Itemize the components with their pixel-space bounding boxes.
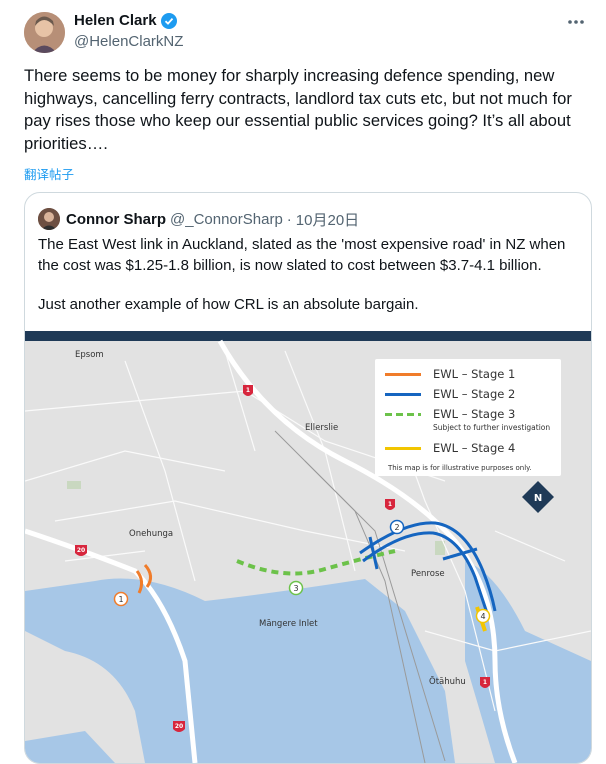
- sh1-shield-mid: 1: [388, 501, 392, 508]
- tweet-text: There seems to be money for sharply incr…: [24, 66, 572, 153]
- place-ellerslie: Ellerslie: [305, 423, 339, 433]
- place-penrose: Penrose: [411, 569, 445, 579]
- legend-stage1: EWL – Stage 1: [385, 367, 515, 381]
- map-legend: EWL – Stage 1 EWL – Stage 2 EWL – Stage …: [375, 359, 561, 476]
- ewl-map-image[interactable]: 1 2 3 4 1 1 1 20 20 N Epsom Ellerslie On…: [25, 331, 591, 763]
- author-handle[interactable]: @HelenClarkNZ: [74, 33, 183, 50]
- quote-author-avatar[interactable]: [38, 208, 60, 230]
- quote-text-2: Just another example of how CRL is an ab…: [38, 296, 419, 313]
- legend-stage4: EWL – Stage 4: [385, 441, 515, 455]
- legend-stage1-swatch: [385, 372, 421, 376]
- stage3-marker: 3: [293, 584, 298, 593]
- more-options-icon[interactable]: [564, 10, 588, 34]
- stage4-marker: 4: [480, 612, 485, 621]
- quote-header: Connor Sharp @_ConnorSharp · 10月20日: [38, 208, 359, 230]
- quote-author-name[interactable]: Connor Sharp: [66, 211, 166, 228]
- legend-stage4-label: EWL – Stage 4: [433, 441, 516, 455]
- legend-disclaimer: This map is for illustrative purposes on…: [388, 464, 532, 472]
- legend-stage3: EWL – Stage 3: [385, 407, 515, 421]
- translate-post-link[interactable]: 翻译帖子: [24, 164, 74, 183]
- stage1-marker: 1: [118, 595, 123, 604]
- author-avatar[interactable]: [24, 12, 65, 53]
- sh20-shield-bottom: 20: [175, 723, 183, 730]
- legend-stage3-note: Subject to further investigation: [433, 423, 551, 432]
- stage2-marker: 2: [394, 523, 399, 532]
- sh20-shield-left: 20: [77, 547, 85, 554]
- place-mangere-inlet: Māngere Inlet: [259, 619, 318, 629]
- legend-stage3-swatch: [385, 412, 421, 416]
- quote-date[interactable]: 10月20日: [296, 209, 359, 230]
- legend-stage2: EWL – Stage 2: [385, 387, 515, 401]
- author-name[interactable]: Helen Clark: [74, 12, 177, 29]
- quote-author-handle[interactable]: @_ConnorSharp: [170, 211, 283, 228]
- author-name-text[interactable]: Helen Clark: [74, 12, 157, 29]
- sh1-shield-bottom: 1: [483, 679, 487, 686]
- legend-stage2-swatch: [385, 392, 421, 396]
- sh1-shield-top: 1: [246, 387, 250, 394]
- legend-stage2-label: EWL – Stage 2: [433, 387, 516, 401]
- legend-stage3-label: EWL – Stage 3: [433, 407, 516, 421]
- quote-separator: ·: [286, 210, 292, 228]
- place-onehunga: Onehunga: [129, 529, 174, 539]
- verified-badge-icon: [160, 12, 177, 29]
- north-arrow-icon: N: [534, 493, 542, 504]
- place-otahuhu: Ōtāhuhu: [429, 677, 466, 687]
- quote-text-1: The East West link in Auckland, slated a…: [38, 236, 566, 274]
- place-epsom: Epsom: [75, 350, 104, 360]
- quoted-tweet[interactable]: Connor Sharp @_ConnorSharp · 10月20日 The …: [24, 192, 592, 764]
- legend-stage1-label: EWL – Stage 1: [433, 367, 516, 381]
- legend-stage4-swatch: [385, 446, 421, 450]
